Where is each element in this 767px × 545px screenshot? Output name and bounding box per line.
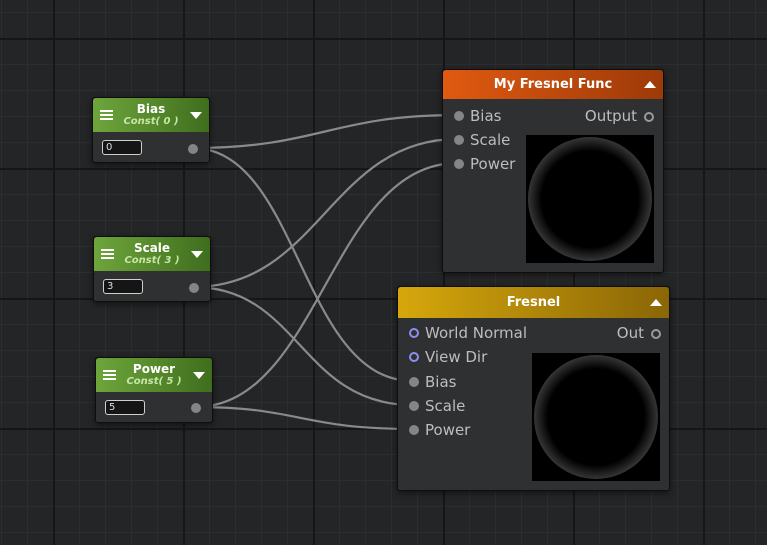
func-preview-image [526, 135, 654, 263]
wire-bias-to-func-bias [190, 113, 460, 150]
fresnel-input-port-view-dir[interactable] [409, 352, 419, 362]
fresnel-input-port-world-normal[interactable] [409, 328, 419, 338]
fresnel-preview-image [532, 353, 660, 481]
power-node-subtitle: Const( 5 ) [126, 376, 182, 387]
fresnel-sphere-preview [528, 137, 652, 261]
func-input-port-scale[interactable] [454, 135, 464, 145]
scale-node-subtitle: Const( 3 ) [124, 255, 180, 266]
collapse-triangle-icon[interactable] [650, 299, 662, 306]
menu-icon[interactable] [100, 110, 113, 120]
power-const-node[interactable]: Power Const( 5 ) 5 [95, 357, 213, 423]
collapse-triangle-icon[interactable] [190, 112, 202, 119]
power-node-title: Power [132, 362, 176, 376]
scale-node-title: Scale [133, 241, 171, 255]
wire-power-to-fresnel-power [193, 405, 415, 431]
fresnel-input-port-scale[interactable] [409, 401, 419, 411]
collapse-triangle-icon[interactable] [193, 372, 205, 379]
scale-node-header[interactable]: Scale Const( 3 ) [94, 237, 210, 271]
fresnel-input-label-power: Power [425, 421, 471, 439]
menu-icon[interactable] [103, 370, 116, 380]
scale-const-node[interactable]: Scale Const( 3 ) 3 [93, 236, 211, 302]
fresnel-output-port[interactable] [651, 329, 661, 339]
bias-node-header[interactable]: Bias Const( 0 ) [93, 98, 209, 132]
my-fresnel-func-header[interactable]: My Fresnel Func [443, 70, 663, 99]
fresnel-node[interactable]: Fresnel World Normal View Dir Bias Scale… [397, 286, 670, 491]
func-input-label-bias: Bias [470, 107, 502, 125]
func-input-port-power[interactable] [454, 159, 464, 169]
my-fresnel-func-node[interactable]: My Fresnel Func Bias Scale Power Output [442, 69, 664, 273]
bias-node-subtitle: Const( 0 ) [123, 116, 179, 127]
bias-value-field[interactable]: 0 [102, 140, 142, 155]
power-value-field[interactable]: 5 [105, 400, 145, 415]
collapse-triangle-icon[interactable] [644, 81, 656, 88]
wire-scale-to-fresnel-scale [191, 285, 415, 407]
fresnel-sphere-preview [534, 355, 658, 479]
fresnel-input-port-bias[interactable] [409, 377, 419, 387]
fresnel-title: Fresnel [506, 295, 561, 310]
fresnel-input-port-power[interactable] [409, 425, 419, 435]
fresnel-header[interactable]: Fresnel [398, 287, 669, 318]
func-input-label-power: Power [470, 155, 516, 173]
power-output-port[interactable] [191, 403, 201, 413]
scale-value-field[interactable]: 3 [103, 279, 143, 294]
func-output-port[interactable] [644, 112, 654, 122]
wire-bias-to-fresnel-bias [190, 146, 415, 383]
func-input-label-scale: Scale [470, 131, 511, 149]
fresnel-input-label-scale: Scale [425, 397, 466, 415]
fresnel-input-label-world-normal: World Normal [425, 324, 528, 342]
my-fresnel-func-title: My Fresnel Func [493, 77, 613, 92]
power-node-header[interactable]: Power Const( 5 ) [96, 358, 212, 392]
scale-output-port[interactable] [189, 283, 199, 293]
fresnel-input-label-view-dir: View Dir [425, 348, 488, 366]
menu-icon[interactable] [101, 249, 114, 259]
bias-output-port[interactable] [188, 144, 198, 154]
bias-node-title: Bias [136, 102, 166, 116]
collapse-triangle-icon[interactable] [191, 251, 203, 258]
bias-const-node[interactable]: Bias Const( 0 ) 0 [92, 97, 210, 163]
func-input-port-bias[interactable] [454, 111, 464, 121]
fresnel-output-label: Out [616, 324, 644, 342]
fresnel-input-label-bias: Bias [425, 373, 457, 391]
func-output-label: Output [584, 107, 637, 125]
